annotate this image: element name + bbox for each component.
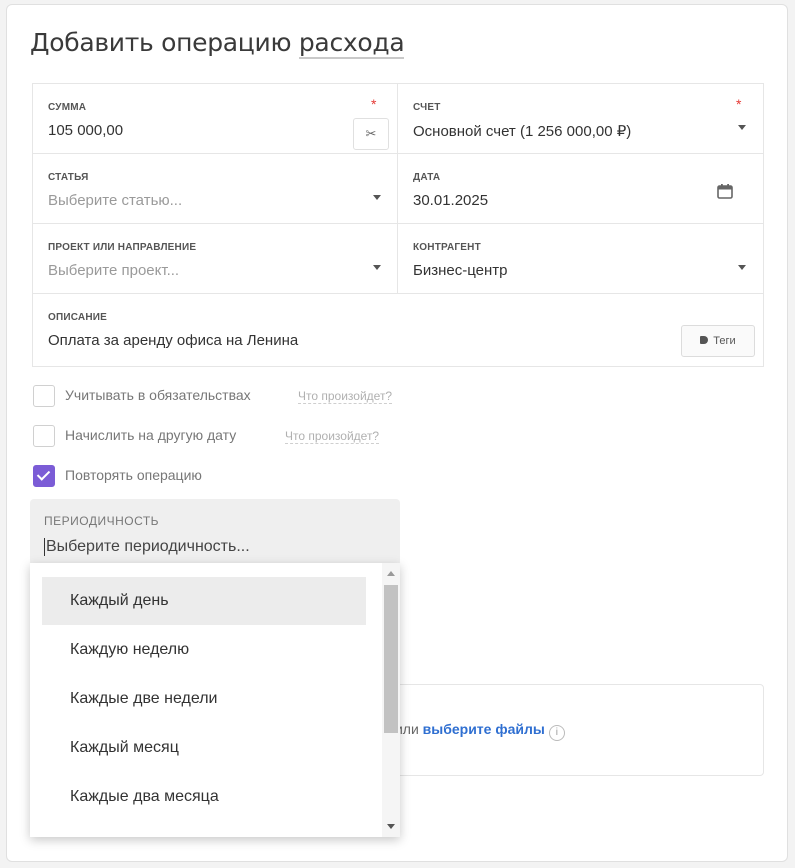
required-mark: * bbox=[736, 96, 742, 112]
scroll-down-icon[interactable] bbox=[387, 824, 395, 829]
date-label: ДАТА bbox=[413, 172, 441, 183]
description-label: ОПИСАНИЕ bbox=[48, 312, 108, 323]
scrollbar-thumb[interactable] bbox=[384, 585, 398, 733]
choose-files-link[interactable]: выберите файлы bbox=[423, 721, 545, 737]
periodicity-option[interactable]: Каждую неделю bbox=[42, 626, 366, 674]
obligations-label: Учитывать в обязательствах bbox=[65, 387, 251, 403]
account-field[interactable]: СЧЕТ * Основной счет (1 256 000,00 ₽) bbox=[398, 84, 763, 154]
article-field[interactable]: СТАТЬЯ Выберите статью... bbox=[33, 154, 398, 224]
obligations-checkbox[interactable] bbox=[33, 385, 55, 407]
account-label: СЧЕТ bbox=[413, 102, 441, 113]
tag-icon bbox=[700, 336, 709, 344]
chevron-down-icon[interactable] bbox=[738, 265, 746, 270]
counterparty-label: КОНТРАГЕНТ bbox=[413, 242, 481, 253]
tags-button-label: Теги bbox=[713, 335, 736, 347]
article-select[interactable]: Выберите статью... bbox=[48, 192, 182, 209]
counterparty-field[interactable]: КОНТРАГЕНТ Бизнес-центр bbox=[398, 224, 763, 294]
project-select[interactable]: Выберите проект... bbox=[48, 262, 179, 279]
account-select[interactable]: Основной счет (1 256 000,00 ₽) bbox=[413, 122, 631, 140]
project-label: ПРОЕКТ ИЛИ НАПРАВЛЕНИЕ bbox=[48, 242, 197, 253]
periodicity-option[interactable]: Каждые два месяца bbox=[42, 773, 366, 821]
page-title: Добавить операцию расхода bbox=[30, 28, 405, 59]
info-icon[interactable]: i bbox=[548, 725, 565, 741]
dropdown-scrollbar[interactable] bbox=[382, 563, 400, 837]
upload-text: ы или выберите файлы i bbox=[381, 721, 565, 741]
tags-button[interactable]: Теги bbox=[681, 325, 755, 357]
periodicity-option[interactable]: Каждые две недели bbox=[42, 675, 366, 723]
other-date-hint-link[interactable]: Что произойдет? bbox=[285, 429, 380, 444]
sum-input[interactable]: 105 000,00 bbox=[48, 122, 123, 139]
periodicity-field[interactable]: ПЕРИОДИЧНОСТЬ Выберите периодичность... bbox=[30, 499, 400, 565]
operation-type-switch[interactable]: расхода bbox=[298, 28, 405, 59]
operation-form-grid: СУММА * 105 000,00 ✂ СЧЕТ * Основной сче… bbox=[32, 83, 764, 367]
periodicity-option[interactable]: Каждый месяц bbox=[42, 724, 366, 772]
periodicity-label: ПЕРИОДИЧНОСТЬ bbox=[44, 514, 160, 528]
chevron-down-icon[interactable] bbox=[373, 265, 381, 270]
counterparty-select[interactable]: Бизнес-центр bbox=[413, 262, 507, 279]
required-mark: * bbox=[371, 96, 377, 112]
chevron-down-icon[interactable] bbox=[738, 125, 746, 130]
periodicity-option[interactable]: Каждый день bbox=[42, 577, 366, 625]
obligations-hint-link[interactable]: Что произойдет? bbox=[298, 389, 393, 404]
other-date-label: Начислить на другую дату bbox=[65, 427, 237, 443]
title-text: Добавить операцию bbox=[30, 28, 299, 57]
chevron-down-icon[interactable] bbox=[373, 195, 381, 200]
description-field[interactable]: ОПИСАНИЕ Оплата за аренду офиса на Ленин… bbox=[33, 294, 763, 366]
file-upload-area[interactable]: ы или выберите файлы i bbox=[380, 684, 764, 776]
scroll-up-icon[interactable] bbox=[387, 571, 395, 576]
date-input[interactable]: 30.01.2025 bbox=[413, 192, 488, 209]
periodicity-input[interactable]: Выберите периодичность... bbox=[44, 538, 250, 556]
calendar-icon[interactable] bbox=[716, 182, 734, 200]
sum-label: СУММА bbox=[48, 102, 87, 113]
sum-field[interactable]: СУММА * 105 000,00 ✂ bbox=[33, 84, 398, 154]
article-label: СТАТЬЯ bbox=[48, 172, 89, 183]
repeat-checkbox[interactable] bbox=[33, 465, 55, 487]
calculator-icon[interactable]: ✂ bbox=[353, 118, 389, 150]
repeat-label: Повторять операцию bbox=[65, 467, 202, 483]
date-field[interactable]: ДАТА 30.01.2025 bbox=[398, 154, 763, 224]
description-input[interactable]: Оплата за аренду офиса на Ленина bbox=[48, 332, 298, 349]
periodicity-dropdown: Каждый день Каждую неделю Каждые две нед… bbox=[30, 563, 400, 837]
other-date-checkbox[interactable] bbox=[33, 425, 55, 447]
project-field[interactable]: ПРОЕКТ ИЛИ НАПРАВЛЕНИЕ Выберите проект..… bbox=[33, 224, 398, 294]
